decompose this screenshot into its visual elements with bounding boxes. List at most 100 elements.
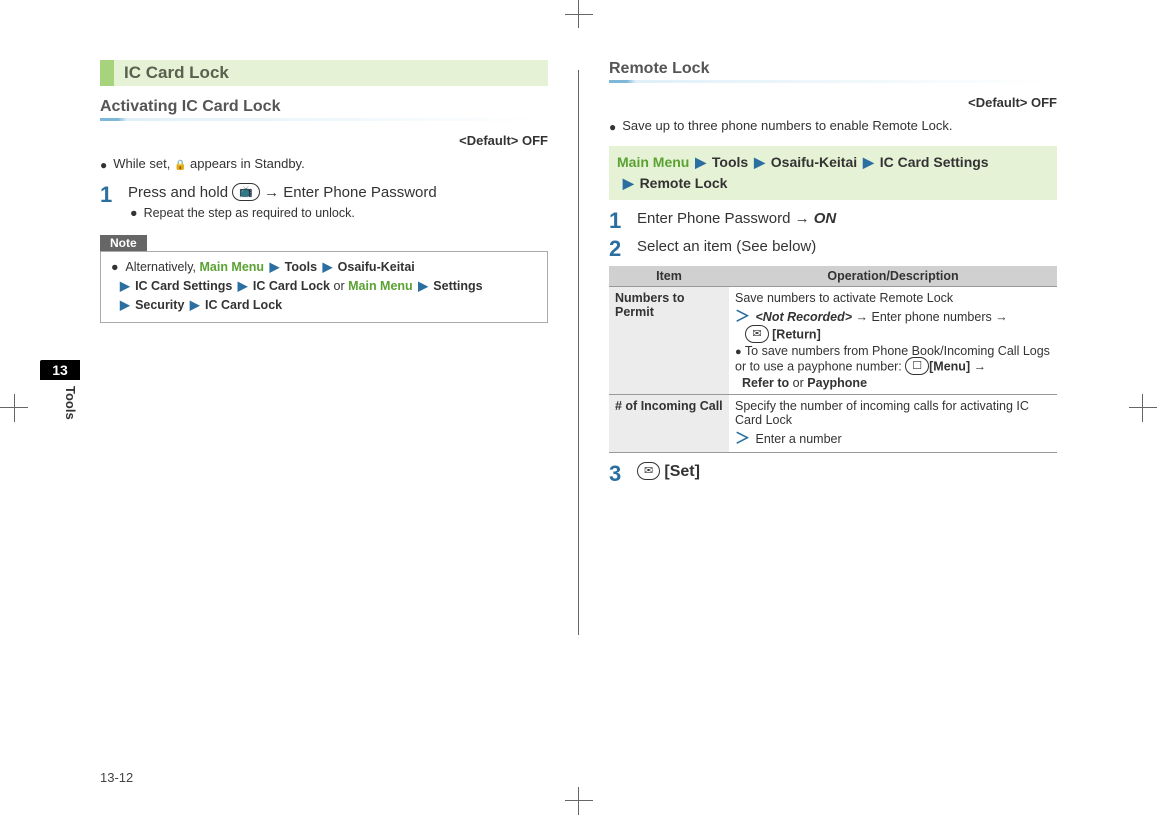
registration-mark-top	[565, 0, 593, 15]
chevron-right-icon: ▶	[754, 154, 765, 170]
desc-b1: To save numbers from Phone Book/Incoming…	[735, 344, 1050, 373]
table-desc-incoming: Specify the number of incoming calls for…	[729, 395, 1057, 453]
chevron-right-icon: ▶	[270, 260, 280, 274]
section-remote-lock: Remote Lock	[609, 60, 1057, 78]
step-number: 3	[609, 463, 625, 485]
left-column: IC Card Lock Activating IC Card Lock <De…	[100, 60, 548, 755]
bullet-icon: ●	[735, 346, 742, 358]
default-off-right: <Default> OFF	[609, 95, 1057, 110]
set-btn: [Set]	[664, 463, 700, 480]
bullet-save-three: ● Save up to three phone numbers to enab…	[609, 118, 1057, 136]
page-number: 13-12	[100, 770, 133, 785]
bullet-text: Save up to three phone numbers to enable…	[622, 118, 952, 136]
subsection-activating: Activating IC Card Lock	[100, 98, 548, 116]
default-off-left: <Default> OFF	[100, 133, 548, 148]
bullet-icon: ●	[609, 118, 616, 136]
chevron-right-icon: ▶	[623, 175, 634, 191]
step-number: 1	[609, 210, 625, 232]
menu-ic-settings: IC Card Settings	[880, 154, 989, 170]
step-2-right: 2 Select an item (See below)	[609, 238, 1057, 260]
menu-ic-lock: IC Card Lock	[253, 279, 330, 293]
menu-ic-lock2: IC Card Lock	[205, 298, 282, 312]
chevron-right-icon: ▶	[418, 279, 428, 293]
registration-mark-left	[0, 394, 15, 422]
menu-path-box: Main Menu ▶ Tools ▶ Osaifu-Keitai ▶ IC C…	[609, 146, 1057, 200]
mail-key-icon: ✉	[637, 462, 660, 480]
step1-text-a: Press and hold	[128, 184, 228, 201]
menu-osaifu: Osaifu-Keitai	[771, 154, 857, 170]
bullet-icon: ●	[100, 156, 107, 174]
step-number: 1	[100, 184, 116, 220]
menu-ic-settings: IC Card Settings	[135, 279, 232, 293]
gt-icon: ＞	[735, 308, 750, 325]
menu-tools: Tools	[285, 260, 317, 274]
menu-tools: Tools	[712, 154, 748, 170]
or-text: or	[793, 376, 804, 390]
note-box: ● Alternatively, Main Menu ▶ Tools ▶ Osa…	[100, 251, 548, 323]
note-prefix: Alternatively,	[125, 260, 196, 274]
chevron-right-icon: ▶	[120, 279, 130, 293]
column-divider	[578, 70, 579, 635]
ic-lock-icon: 🔒	[174, 160, 186, 171]
chapter-tab: 13 Tools	[40, 360, 80, 426]
tv-key-icon: 📺	[232, 183, 260, 201]
chevron-right-icon: ▶	[120, 298, 130, 312]
table-header-item: Item	[609, 266, 729, 287]
desc-line2: Enter a number	[756, 432, 842, 446]
section-title-ic-card-lock: IC Card Lock	[100, 60, 548, 86]
bullet-text-b: appears in Standby.	[190, 156, 305, 171]
step1-text: Enter Phone Password →	[637, 210, 810, 227]
desc-line1: Save numbers to activate Remote Lock	[735, 291, 953, 305]
mail-key-icon: ✉	[745, 325, 768, 343]
step-3-right: 3 ✉ [Set]	[609, 463, 1057, 485]
table-item-incoming: # of Incoming Call	[609, 395, 729, 453]
subsection-underline	[100, 118, 548, 121]
registration-mark-right	[1142, 394, 1157, 422]
page-content: 1 3 Tools IC Card Lock Activating IC Card…	[100, 60, 1057, 755]
menu-main2: Main Menu	[348, 279, 413, 293]
menu-osaifu: Osaifu-Keitai	[338, 260, 415, 274]
chevron-right-icon: ▶	[323, 260, 333, 274]
step1-on: ON	[814, 210, 837, 227]
table-header-row: Item Operation/Description	[609, 266, 1057, 287]
step-1-right: 1 Enter Phone Password → ON	[609, 210, 1057, 232]
table-header-op: Operation/Description	[729, 266, 1057, 287]
menu-security: Security	[135, 298, 184, 312]
table-item-numbers: Numbers to Permit	[609, 287, 729, 395]
menu-remote-lock: Remote Lock	[640, 175, 728, 191]
desc-line2a: → Enter phone numbers →	[856, 310, 1008, 324]
desc-line1: Specify the number of incoming calls for…	[735, 399, 1029, 427]
step-1-left: 1 Press and hold 📺 → Enter Phone Passwor…	[100, 184, 548, 220]
right-column: Remote Lock <Default> OFF ● Save up to t…	[609, 60, 1057, 755]
table-row: # of Incoming Call Specify the number of…	[609, 395, 1057, 453]
gt-icon: ＞	[735, 430, 750, 447]
note-label: Note	[100, 235, 147, 251]
subsection-underline	[609, 80, 1057, 83]
step-number: 2	[609, 238, 625, 260]
menu-main: Main Menu	[617, 154, 689, 170]
chevron-right-icon: ▶	[238, 279, 248, 293]
registration-mark-bottom	[565, 800, 593, 815]
menu-btn: [Menu]	[929, 359, 970, 373]
chapter-number: 13	[40, 360, 80, 380]
refer-to: Refer to	[742, 376, 789, 390]
chevron-right-icon: ▶	[863, 154, 874, 170]
return-btn: [Return]	[772, 327, 821, 341]
bullet-icon: ●	[111, 260, 119, 274]
operations-table: Item Operation/Description Numbers to Pe…	[609, 266, 1057, 453]
menu-main: Main Menu	[199, 260, 264, 274]
menu-key-icon: ☐	[905, 357, 929, 375]
bullet-text-a: While set,	[113, 156, 170, 171]
table-desc-numbers: Save numbers to activate Remote Lock ＞ <…	[729, 287, 1057, 395]
note-or: or	[334, 279, 345, 293]
chevron-right-icon: ▶	[695, 154, 706, 170]
not-recorded: <Not Recorded>	[756, 310, 853, 324]
payphone: Payphone	[807, 376, 867, 390]
table-row: Numbers to Permit Save numbers to activa…	[609, 287, 1057, 395]
step1-sub: Repeat the step as required to unlock.	[144, 206, 355, 220]
bullet-icon: ●	[130, 206, 138, 220]
step1-text-b: → Enter Phone Password	[264, 184, 437, 201]
bullet-while-set: ● While set, 🔒 appears in Standby.	[100, 156, 548, 174]
chapter-label: Tools	[40, 380, 80, 426]
step2-text: Select an item (See below)	[637, 238, 1057, 260]
